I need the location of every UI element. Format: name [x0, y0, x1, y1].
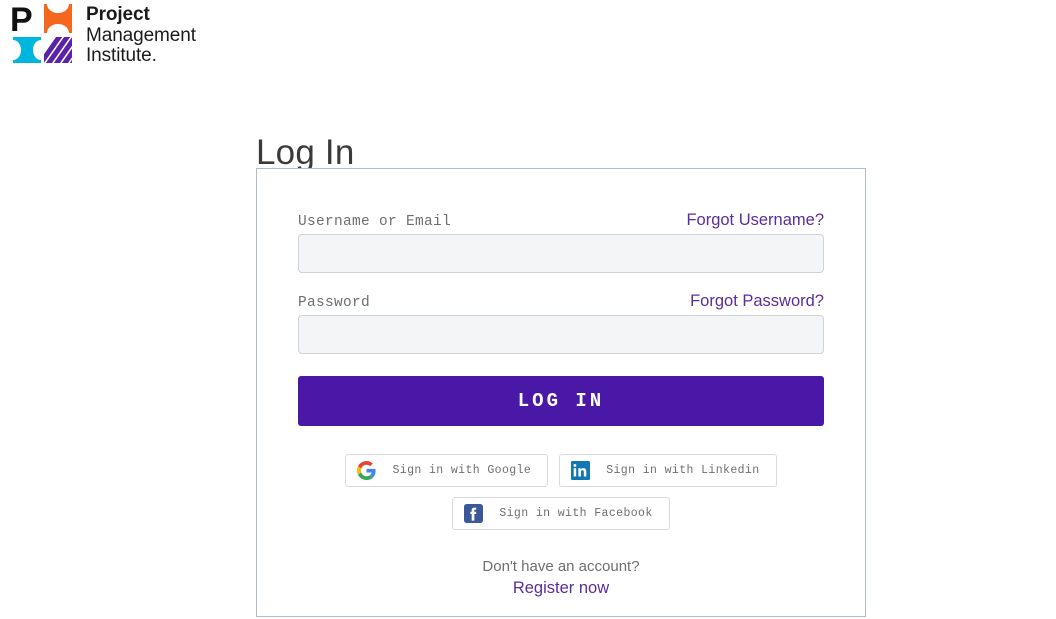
pmi-logo[interactable]: P Project Management Institute. — [10, 4, 196, 67]
sign-in-with-linkedin-label: Sign in with Linkedin — [606, 464, 760, 477]
password-input[interactable] — [298, 315, 824, 354]
forgot-password-link[interactable]: Forgot Password? — [690, 292, 824, 311]
password-label: Password — [298, 295, 371, 311]
log-in-button[interactable]: LOG IN — [298, 376, 824, 426]
login-form: Username or Email Forgot Username? Passw… — [257, 169, 865, 601]
sign-in-with-facebook-button[interactable]: Sign in with Facebook — [452, 497, 670, 530]
password-label-row: Password Forgot Password? — [298, 292, 824, 311]
facebook-icon — [464, 504, 484, 523]
linkedin-icon — [571, 461, 591, 480]
login-card: Username or Email Forgot Username? Passw… — [256, 168, 866, 617]
username-field-group: Username or Email Forgot Username? — [298, 211, 824, 273]
sign-in-with-facebook-label: Sign in with Facebook — [499, 507, 653, 520]
password-field-group: Password Forgot Password? — [298, 292, 824, 354]
forgot-username-link[interactable]: Forgot Username? — [686, 211, 824, 230]
svg-text:P: P — [10, 4, 33, 39]
sign-in-with-google-label: Sign in with Google — [392, 464, 532, 477]
username-label-row: Username or Email Forgot Username? — [298, 211, 824, 230]
register-question: Don't have an account? — [482, 558, 640, 575]
wordmark-line-1: Project — [86, 4, 150, 25]
sign-in-with-linkedin-button[interactable]: Sign in with Linkedin — [559, 454, 777, 487]
sign-in-with-google-button[interactable]: Sign in with Google — [345, 454, 549, 487]
username-label: Username or Email — [298, 214, 452, 230]
pmi-wordmark: Project Management Institute. — [86, 4, 196, 67]
google-icon — [357, 461, 377, 480]
register-block: Don't have an account? Register now — [298, 556, 824, 601]
social-login-row-secondary: Sign in with Facebook — [298, 497, 824, 530]
wordmark-line-3: Institute. — [86, 45, 157, 67]
register-now-link[interactable]: Register now — [513, 577, 609, 600]
username-input[interactable] — [298, 234, 824, 273]
wordmark-line-2: Management — [86, 24, 196, 46]
pmi-logo-icon: P — [10, 4, 72, 63]
social-login-row-primary: Sign in with Google Sign in with Linkedi… — [298, 454, 824, 487]
